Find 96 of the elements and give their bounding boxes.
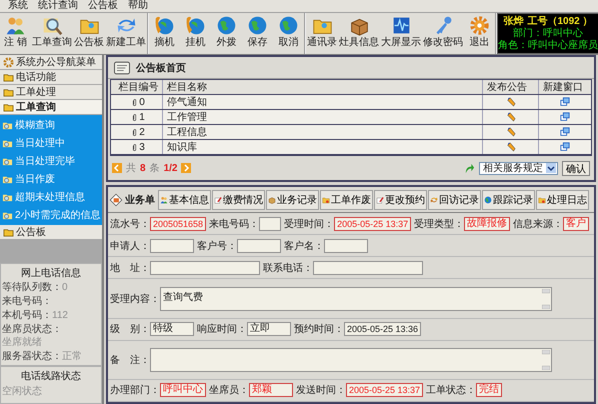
input-field[interactable]: 2005051658 [150, 216, 206, 231]
nav-section[interactable]: 电话功能 [0, 70, 102, 85]
table-cell[interactable]: 工作管理 [163, 110, 483, 124]
table-cell[interactable]: 停气通知 [163, 95, 483, 109]
confirm-button[interactable]: 确认 [562, 160, 590, 176]
toolbar-button[interactable]: 公告板 [74, 13, 104, 54]
toolbar-button[interactable]: 大屏显示 [381, 13, 421, 54]
input-field[interactable]: 2005-05-25 13:37 [334, 216, 412, 231]
toolbar-button[interactable]: 工单作废 [320, 190, 373, 210]
toolbar-button[interactable]: 挂机 [181, 13, 210, 54]
toolbar-button[interactable]: 回访记录 [428, 190, 481, 210]
field-label: 响应时间： [197, 322, 247, 336]
line-status-value: 空闲状态 [2, 384, 43, 398]
panel-title: 业务单 [125, 194, 155, 206]
row-number: 0 [139, 96, 145, 108]
field-label: 地 址： [110, 262, 150, 275]
input-field[interactable]: 特级 [150, 322, 194, 336]
info-value: 坐席就绪 [2, 336, 42, 349]
toolbar-button[interactable]: 通讯录 [307, 13, 337, 54]
toolbar-button[interactable]: 新建工单 [106, 13, 146, 54]
field-label: 工单状态： [426, 384, 476, 398]
toolbar-button[interactable]: 跟踪记录 [482, 190, 535, 210]
menu-item[interactable]: 帮助 [128, 0, 148, 12]
info-label: 等待队列数： [2, 281, 62, 294]
toolbar-button[interactable]: 摘机 [150, 13, 179, 54]
info-label: 来电号码： [2, 295, 52, 308]
pager-label: 共 [126, 162, 136, 175]
toolbar-button[interactable]: 更改预约 [374, 190, 427, 210]
input-field[interactable]: 郑颖 [249, 383, 293, 398]
field-label: 预约时间： [294, 322, 344, 336]
toolbar-button[interactable]: 退出 [465, 13, 494, 54]
input-field[interactable]: 完结 [476, 383, 502, 398]
panel-title: 公告板首页 [136, 62, 186, 74]
input-field[interactable]: 故障报修 [464, 216, 510, 231]
field-label: 客户名： [284, 240, 324, 253]
toolbar-button[interactable]: 修改密码 [423, 13, 463, 54]
field-label: 流水号： [110, 218, 150, 231]
toolbar-button[interactable]: 取消 [274, 13, 303, 54]
field-label: 来电号码： [209, 218, 260, 231]
toolbar-button[interactable]: 缴费情况 [212, 190, 265, 210]
role-text: 角色：呼叫中心座席员 [498, 40, 598, 52]
toolbar-button[interactable]: 外拨 [212, 13, 241, 54]
input-field[interactable]: 2005-05-25 13:36 [344, 322, 422, 336]
page-number: 1/2 [164, 162, 178, 174]
field-label: 坐席员： [209, 384, 249, 398]
user-name: 张烨 [503, 16, 524, 28]
text-area[interactable]: 查询气费 [160, 286, 552, 311]
info-value: 正常 [62, 350, 82, 363]
field-label: 办理部门： [110, 384, 160, 398]
toolbar-button[interactable]: 处理日志 [536, 190, 589, 210]
nav-section[interactable]: 工单查询 [0, 100, 102, 115]
field-label: 申请人： [110, 240, 150, 253]
field-label: 联系电话： [263, 262, 313, 275]
panel-title: 电话线路状态 [21, 370, 81, 383]
info-value: 112 [52, 309, 68, 322]
input-field[interactable]: 立即 [247, 322, 291, 336]
row-number: 1 [139, 112, 145, 122]
row-number: 2 [139, 126, 145, 138]
nav-section[interactable]: 公告板 [0, 225, 102, 240]
info-label: 坐席员状态： [2, 323, 62, 336]
column-header: 新建窗口 [542, 80, 584, 94]
menu-item[interactable]: 公告板 [88, 0, 118, 12]
column-header: 栏目名称 [163, 80, 483, 94]
column-header: 栏目编号 [111, 80, 163, 94]
nav-section[interactable]: 工单处理 [0, 85, 102, 100]
toolbar-button[interactable]: 业务记录 [266, 190, 319, 210]
input-field[interactable]: 客户 [563, 216, 590, 231]
field-label: 受理内容： [110, 292, 160, 306]
table-cell[interactable]: 工程信息 [163, 125, 483, 139]
column-header: 发布公告 [483, 80, 539, 94]
table-cell[interactable]: 知识库 [163, 140, 483, 154]
info-value: 0 [62, 281, 68, 294]
panel-title: 网上电话信息 [21, 266, 81, 280]
field-label: 备 注： [110, 354, 150, 367]
toolbar-button[interactable]: 保存 [243, 13, 272, 54]
staff-id: 工号（1092 ） [527, 16, 593, 28]
field-label: 发送时间： [296, 384, 346, 398]
toolbar-button[interactable]: 基本信息 [158, 190, 211, 210]
field-label: 级 别： [110, 323, 150, 336]
department-text: 部门：呼叫中心 [513, 28, 583, 40]
field-label: 客户号： [197, 240, 237, 253]
pager-label: 条 [150, 162, 160, 175]
input-field[interactable]: 呼叫中心 [160, 383, 206, 398]
field-label: 受理时间： [284, 218, 334, 231]
info-label: 本机号码： [2, 309, 52, 322]
field-label: 信息来源： [513, 218, 564, 231]
toolbar-button[interactable]: 注 销 [1, 13, 30, 54]
row-number: 3 [139, 142, 145, 152]
toolbar-button[interactable]: 工单查询 [32, 13, 72, 54]
nav-title: 系统办公导航菜单 [16, 56, 96, 69]
service-dropdown[interactable]: 相关服务规定 [479, 162, 558, 174]
field-label: 受理类型： [414, 218, 464, 231]
input-field[interactable]: 2005-05-25 13:37 [346, 383, 424, 398]
record-count: 8 [140, 162, 146, 174]
toolbar-button[interactable]: 灶具信息 [339, 13, 379, 54]
info-label: 服务器状态： [2, 350, 62, 363]
